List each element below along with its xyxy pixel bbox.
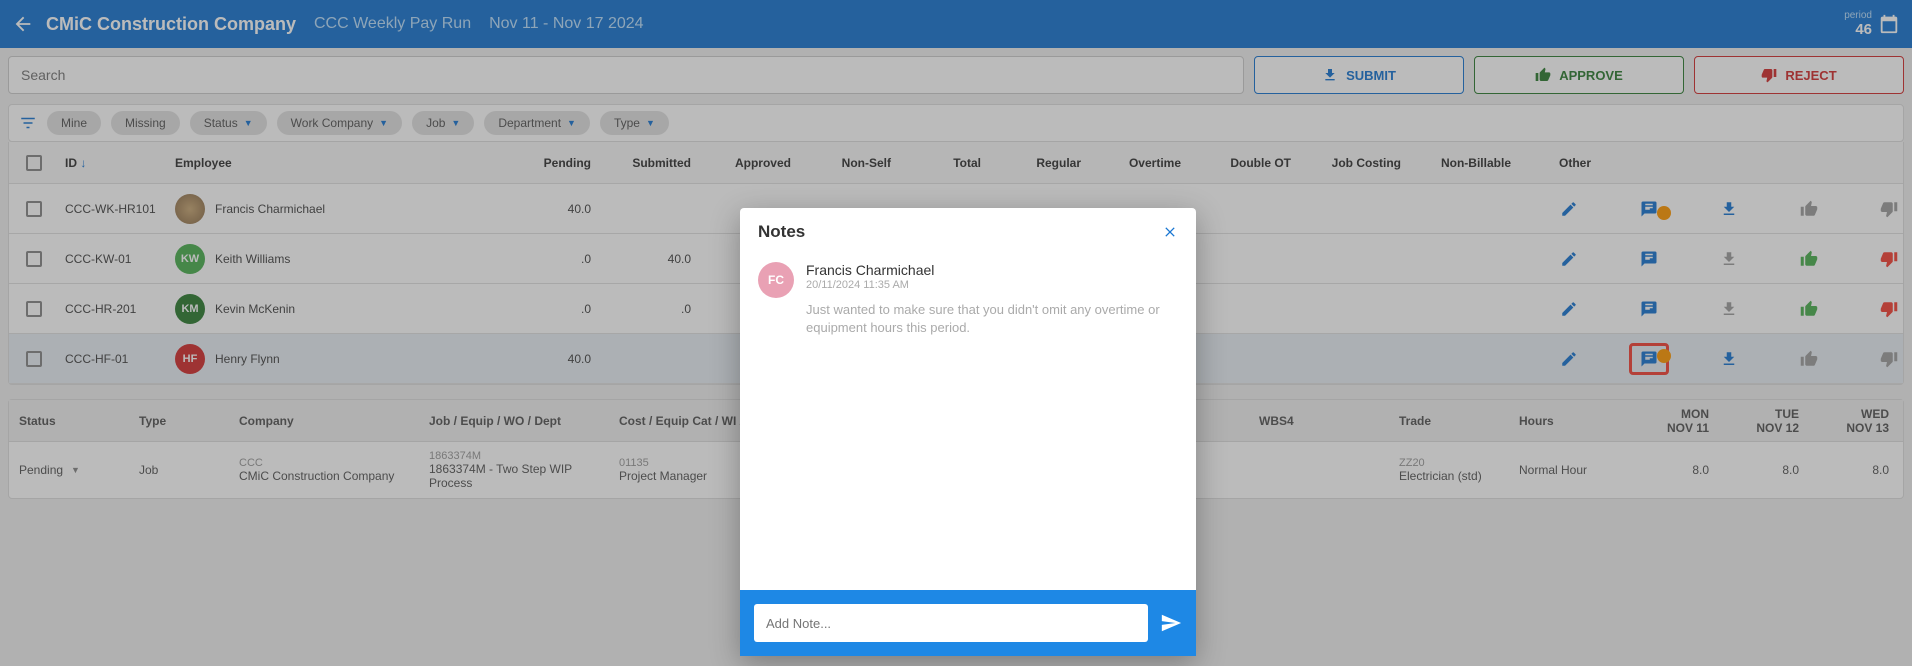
note-timestamp: 20/11/2024 11:35 AM bbox=[806, 279, 1178, 291]
send-button[interactable] bbox=[1160, 612, 1182, 634]
add-note-input[interactable] bbox=[754, 604, 1148, 642]
close-button[interactable] bbox=[1162, 224, 1178, 240]
note-text: Just wanted to make sure that you didn't… bbox=[806, 301, 1178, 337]
note-author: Francis Charmichael bbox=[806, 262, 1178, 278]
send-icon bbox=[1160, 612, 1182, 634]
modal-title: Notes bbox=[758, 222, 805, 242]
close-icon bbox=[1162, 224, 1178, 240]
avatar: FC bbox=[758, 262, 794, 298]
notes-modal: Notes FC Francis Charmichael 20/11/2024 … bbox=[740, 208, 1196, 656]
note-entry: FC Francis Charmichael 20/11/2024 11:35 … bbox=[758, 262, 1178, 337]
